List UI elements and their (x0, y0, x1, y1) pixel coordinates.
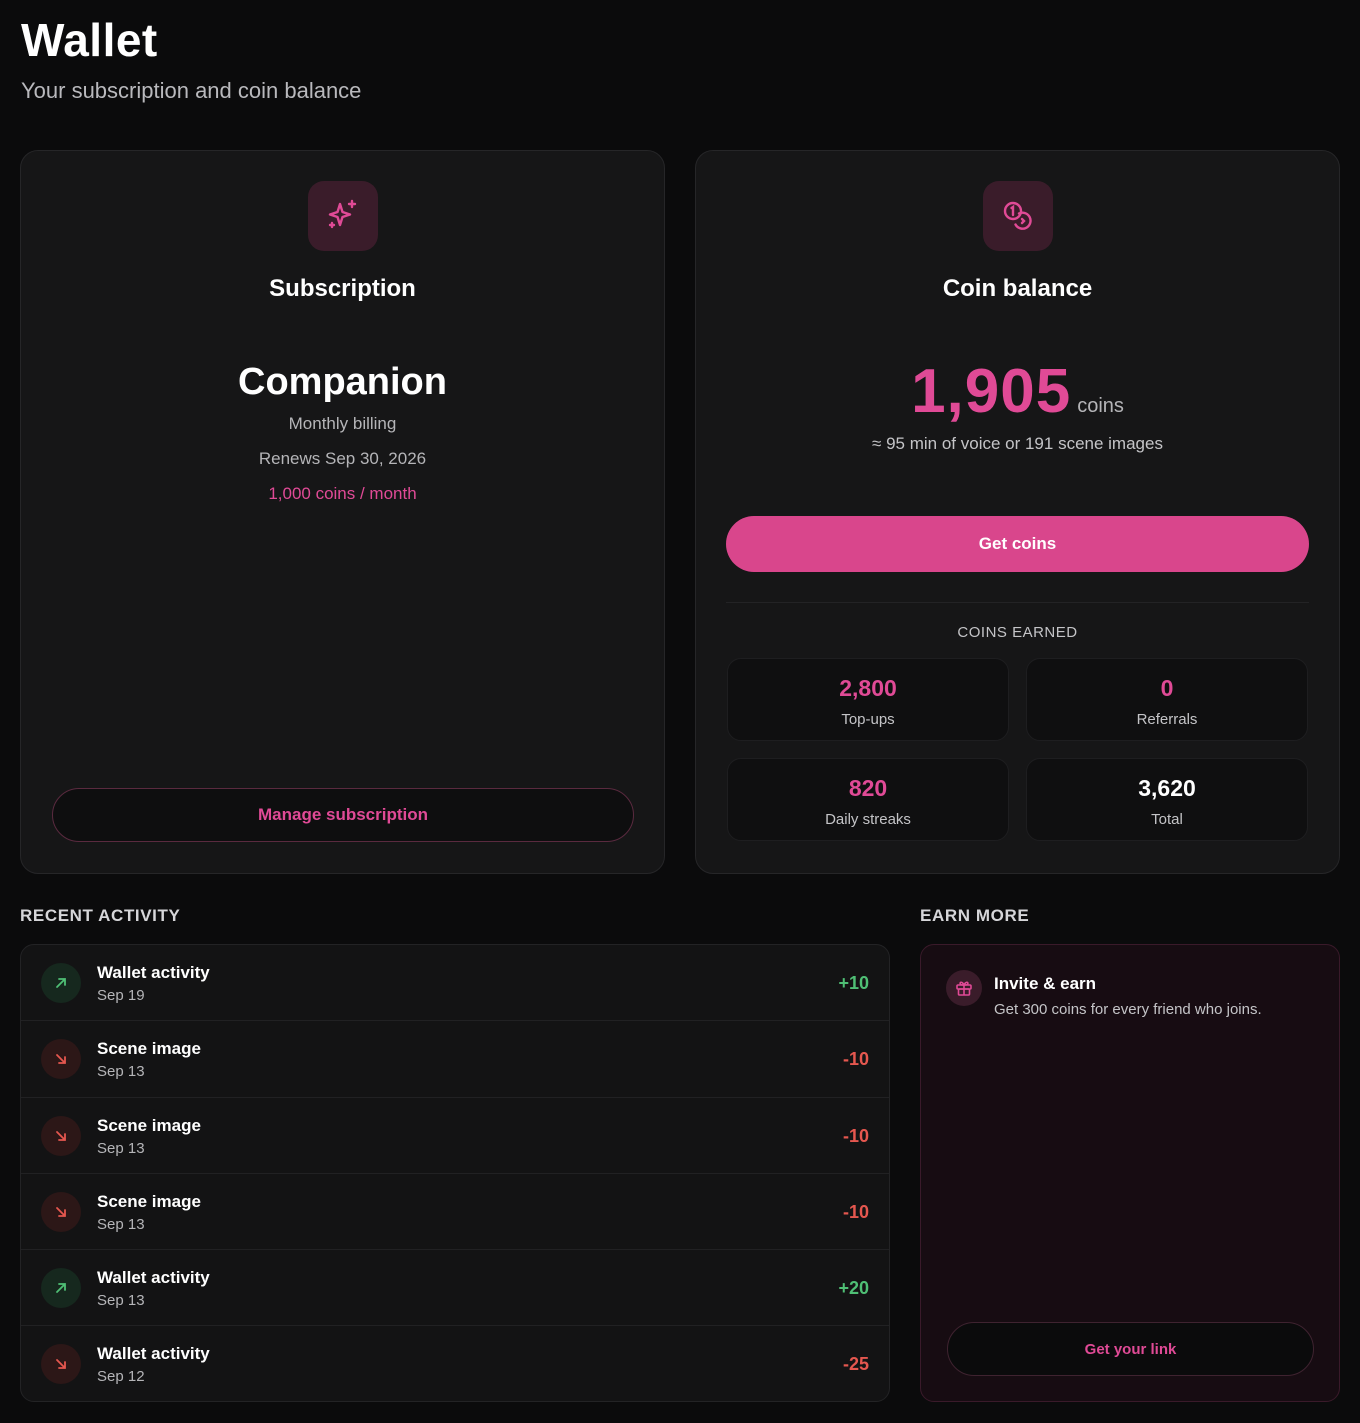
invite-title: Invite & earn (994, 974, 1097, 993)
coin-balance-title: Coin balance (942, 275, 1093, 302)
activity-date: Sep 13 (97, 1063, 145, 1081)
plan-name: Companion (238, 361, 447, 403)
page-subtitle: Your subscription and coin balance (21, 78, 362, 103)
balance-display: 1,905 coins (696, 356, 1339, 427)
stat-value: 820 (848, 775, 888, 801)
arrow-up-right-icon (41, 1268, 81, 1309)
activity-title: Scene image (97, 1191, 201, 1211)
list-item[interactable]: Scene image Sep 13 -10 (21, 1021, 889, 1098)
get-link-button[interactable]: Get your link (947, 1322, 1314, 1376)
balance-equivalent: ≈ 95 min of voice or 191 scene images (872, 434, 1163, 453)
arrow-down-right-icon (41, 1039, 81, 1080)
balance-unit: coins (1077, 395, 1124, 417)
activity-amount: -10 (842, 1201, 869, 1222)
arrow-down-right-icon (41, 1344, 81, 1385)
list-item[interactable]: Wallet activity Sep 12 -25 (21, 1326, 889, 1401)
stat-topups: 2,800 Top-ups (727, 658, 1009, 741)
stat-label: Total (1151, 811, 1183, 828)
stat-referrals: 0 Referrals (1026, 658, 1308, 741)
manage-subscription-button[interactable]: Manage subscription (52, 788, 634, 842)
arrow-up-right-icon (41, 963, 81, 1003)
coin-balance-card: Coin balance 1,905 coins ≈ 95 min of voic… (695, 150, 1340, 874)
activity-amount: +20 (838, 1278, 869, 1299)
coins-icon (982, 181, 1053, 251)
stat-value: 2,800 (839, 675, 897, 701)
coins-per-month: 1,000 coins / month (268, 484, 417, 503)
list-item[interactable]: Wallet activity Sep 13 +20 (21, 1250, 889, 1327)
stat-label: Top-ups (841, 711, 895, 728)
activity-amount: +10 (838, 973, 869, 993)
balance-amount: 1,905 (911, 357, 1072, 426)
activity-date: Sep 13 (97, 1215, 145, 1233)
stat-value: 3,620 (1138, 775, 1196, 801)
coins-earned-label: COINS EARNED (957, 624, 1078, 641)
arrow-down-right-icon (41, 1115, 81, 1156)
list-item[interactable]: Scene image Sep 13 -10 (21, 1174, 889, 1251)
activity-date: Sep 19 (97, 987, 145, 1004)
get-coins-button[interactable]: Get coins (726, 516, 1309, 572)
stat-label: Referrals (1136, 711, 1198, 728)
gift-icon (946, 970, 982, 1006)
activity-title: Scene image (97, 1039, 201, 1059)
arrow-down-right-icon (41, 1191, 81, 1232)
stat-value: 0 (1160, 675, 1174, 701)
renewal-date: Renews Sep 30, 2026 (258, 449, 427, 468)
stat-label: Daily streaks (825, 811, 911, 828)
activity-title: Wallet activity (97, 963, 210, 982)
subscription-card: Subscription Companion Monthly billing R… (20, 150, 665, 874)
sparkles-icon (307, 181, 378, 251)
activity-amount: -25 (842, 1354, 869, 1375)
page-header: Wallet Your subscription and coin balanc… (21, 14, 361, 104)
billing-cycle: Monthly billing (288, 414, 397, 433)
activity-title: Wallet activity (97, 1344, 210, 1364)
activity-title: Wallet activity (97, 1268, 210, 1288)
invite-card: Invite & earn Get 300 coins for every fr… (920, 944, 1340, 1402)
subscription-title: Subscription (269, 275, 416, 302)
stat-daily-streaks: 820 Daily streaks (727, 758, 1009, 841)
activity-amount: -10 (842, 1125, 869, 1146)
list-item[interactable]: Wallet activity Sep 19 +10 (21, 945, 889, 1022)
activity-date: Sep 13 (97, 1139, 145, 1157)
earn-more-label: EARN MORE (920, 906, 1030, 925)
invite-description: Get 300 coins for every friend who joins… (994, 1001, 1262, 1018)
list-item[interactable]: Scene image Sep 13 -10 (21, 1098, 889, 1174)
activity-date: Sep 13 (97, 1292, 145, 1310)
activity-date: Sep 12 (97, 1368, 145, 1386)
recent-activity-label: RECENT ACTIVITY (20, 906, 181, 925)
divider (726, 602, 1309, 603)
stat-total: 3,620 Total (1026, 758, 1308, 841)
activity-amount: -10 (842, 1049, 869, 1070)
page-title: Wallet (21, 14, 158, 66)
activity-list: Wallet activity Sep 19 +10 Scene image S… (20, 944, 890, 1402)
activity-title: Scene image (97, 1115, 201, 1135)
